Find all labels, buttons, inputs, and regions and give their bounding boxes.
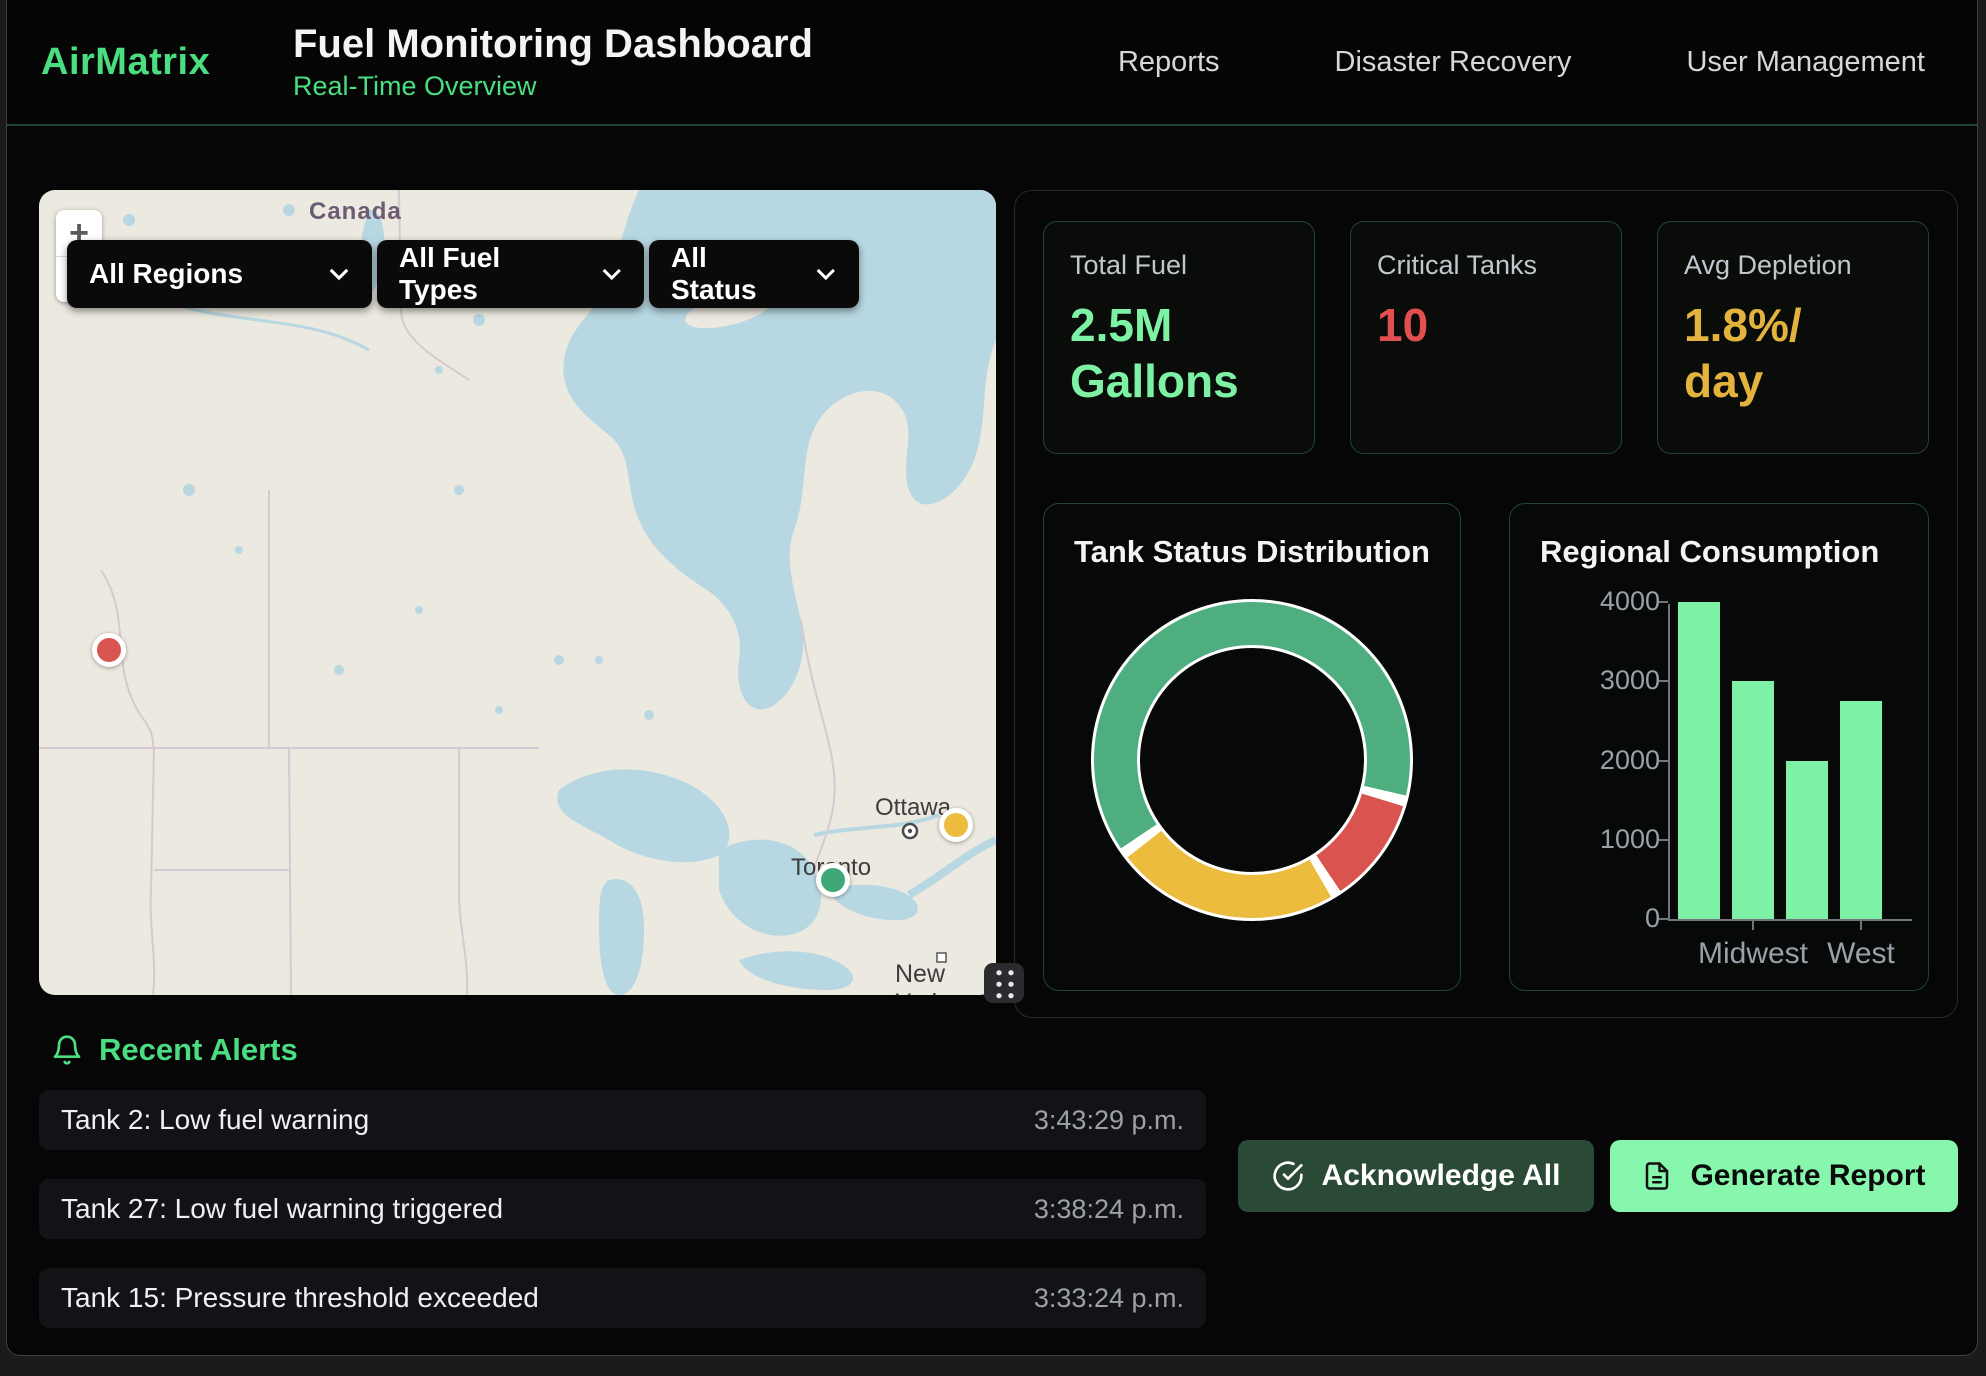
acknowledge-all-label: Acknowledge All (1322, 1159, 1561, 1193)
x-axis-tick (1752, 921, 1754, 930)
y-axis-tick-label: 4000 (1550, 586, 1660, 617)
chart-title: Regional Consumption (1540, 534, 1898, 570)
chevron-down-icon (601, 267, 623, 281)
recent-alerts-title: Recent Alerts (99, 1032, 298, 1068)
nav-item-reports[interactable]: Reports (1118, 46, 1220, 79)
alert-text: Tank 2: Low fuel warning (61, 1104, 369, 1136)
metrics-panel: Total Fuel 2.5M Gallons Critical Tanks 1… (1014, 190, 1958, 1018)
check-circle-icon (1272, 1160, 1304, 1192)
stat-cards-row: Total Fuel 2.5M Gallons Critical Tanks 1… (1043, 221, 1929, 454)
nav-item-user-management[interactable]: User Management (1686, 46, 1925, 79)
generate-report-button[interactable]: Generate Report (1610, 1140, 1958, 1212)
chart-title: Tank Status Distribution (1074, 534, 1430, 570)
alerts-list: Tank 2: Low fuel warning 3:43:29 p.m. Ta… (39, 1090, 1206, 1328)
alert-row[interactable]: Tank 27: Low fuel warning triggered 3:38… (39, 1179, 1206, 1239)
stat-label: Avg Depletion (1684, 250, 1902, 281)
content-area: Canada Ottawa Toronto New York + − All R… (7, 126, 1977, 1018)
stat-value: 1.8%/ day (1684, 297, 1902, 409)
x-axis-tick-label: West (1827, 937, 1895, 971)
stat-value: 2.5M Gallons (1070, 297, 1288, 409)
grip-dots-icon (992, 966, 1016, 1000)
fuel-type-filter-value: All Fuel Types (399, 242, 583, 306)
donut-chart-wrap (1074, 570, 1430, 950)
alert-row[interactable]: Tank 2: Low fuel warning 3:43:29 p.m. (39, 1090, 1206, 1150)
map-panel[interactable]: Canada Ottawa Toronto New York + − All R… (39, 190, 996, 995)
bar (1732, 681, 1774, 919)
fuel-type-filter-dropdown[interactable]: All Fuel Types (377, 240, 644, 308)
region-filter-value: All Regions (89, 258, 243, 290)
y-axis-tick-label: 2000 (1550, 745, 1660, 776)
acknowledge-all-button[interactable]: Acknowledge All (1238, 1140, 1594, 1212)
stat-card-total-fuel: Total Fuel 2.5M Gallons (1043, 221, 1315, 454)
alert-text: Tank 27: Low fuel warning triggered (61, 1193, 503, 1225)
nav-item-disaster-recovery[interactable]: Disaster Recovery (1335, 46, 1572, 79)
tank-marker-warning[interactable] (939, 808, 973, 842)
map-label-new-york: New York (895, 960, 996, 995)
x-axis-tick-label: Midwest (1698, 937, 1808, 971)
tank-marker-normal[interactable] (816, 863, 850, 897)
bar (1840, 701, 1882, 919)
y-axis-tick (1659, 918, 1668, 920)
page-subtitle: Real-Time Overview (293, 71, 813, 102)
y-axis-tick-label: 1000 (1550, 824, 1660, 855)
y-axis-tick (1659, 760, 1668, 762)
alert-time: 3:33:24 p.m. (1034, 1283, 1184, 1314)
y-axis-tick (1659, 680, 1668, 682)
y-axis-tick (1659, 601, 1668, 603)
app-window: AirMatrix Fuel Monitoring Dashboard Real… (6, 0, 1978, 1356)
bell-icon (51, 1033, 83, 1067)
stat-label: Total Fuel (1070, 250, 1288, 281)
header: AirMatrix Fuel Monitoring Dashboard Real… (7, 0, 1977, 126)
page-title: Fuel Monitoring Dashboard (293, 22, 813, 67)
region-filter-dropdown[interactable]: All Regions (67, 240, 372, 308)
y-axis-tick (1659, 839, 1668, 841)
x-axis-tick (1860, 921, 1862, 930)
main-nav: Reports Disaster Recovery User Managemen… (1118, 46, 1925, 79)
chevron-down-icon (815, 267, 837, 281)
alert-text: Tank 15: Pressure threshold exceeded (61, 1282, 539, 1314)
bar (1786, 761, 1828, 920)
y-axis-tick-label: 0 (1550, 903, 1660, 934)
alert-row[interactable]: Tank 15: Pressure threshold exceeded 3:3… (39, 1268, 1206, 1328)
donut-chart (1091, 599, 1413, 921)
generate-report-label: Generate Report (1690, 1159, 1925, 1193)
charts-row: Tank Status Distribution Regional Consum… (1043, 503, 1929, 991)
stat-label: Critical Tanks (1377, 250, 1595, 281)
alert-time: 3:43:29 p.m. (1034, 1105, 1184, 1136)
brand-logo[interactable]: AirMatrix (41, 41, 293, 84)
status-filter-value: All Status (671, 242, 797, 306)
tank-marker-critical[interactable] (92, 633, 126, 667)
bar-chart: 01000200030004000MidwestWest (1668, 604, 1912, 921)
tank-status-chart-panel: Tank Status Distribution (1043, 503, 1461, 991)
status-filter-dropdown[interactable]: All Status (649, 240, 859, 308)
stat-card-avg-depletion: Avg Depletion 1.8%/ day (1657, 221, 1929, 454)
bar (1678, 602, 1720, 919)
map-resize-grip[interactable] (984, 963, 1024, 1003)
file-report-icon (1642, 1161, 1672, 1191)
page-title-block: Fuel Monitoring Dashboard Real-Time Over… (293, 22, 813, 102)
y-axis-tick-label: 3000 (1550, 665, 1660, 696)
map-filters: All Regions All Fuel Types All Status (67, 240, 859, 308)
alert-time: 3:38:24 p.m. (1034, 1194, 1184, 1225)
map-label-canada: Canada (309, 198, 402, 226)
stat-value: 10 (1377, 297, 1595, 353)
alert-actions: Acknowledge All Generate Report (1238, 1140, 1958, 1212)
chevron-down-icon (328, 267, 350, 281)
recent-alerts-header: Recent Alerts (51, 1032, 1977, 1068)
regional-consumption-chart-panel: Regional Consumption 01000200030004000Mi… (1509, 503, 1929, 991)
stat-card-critical-tanks: Critical Tanks 10 (1350, 221, 1622, 454)
